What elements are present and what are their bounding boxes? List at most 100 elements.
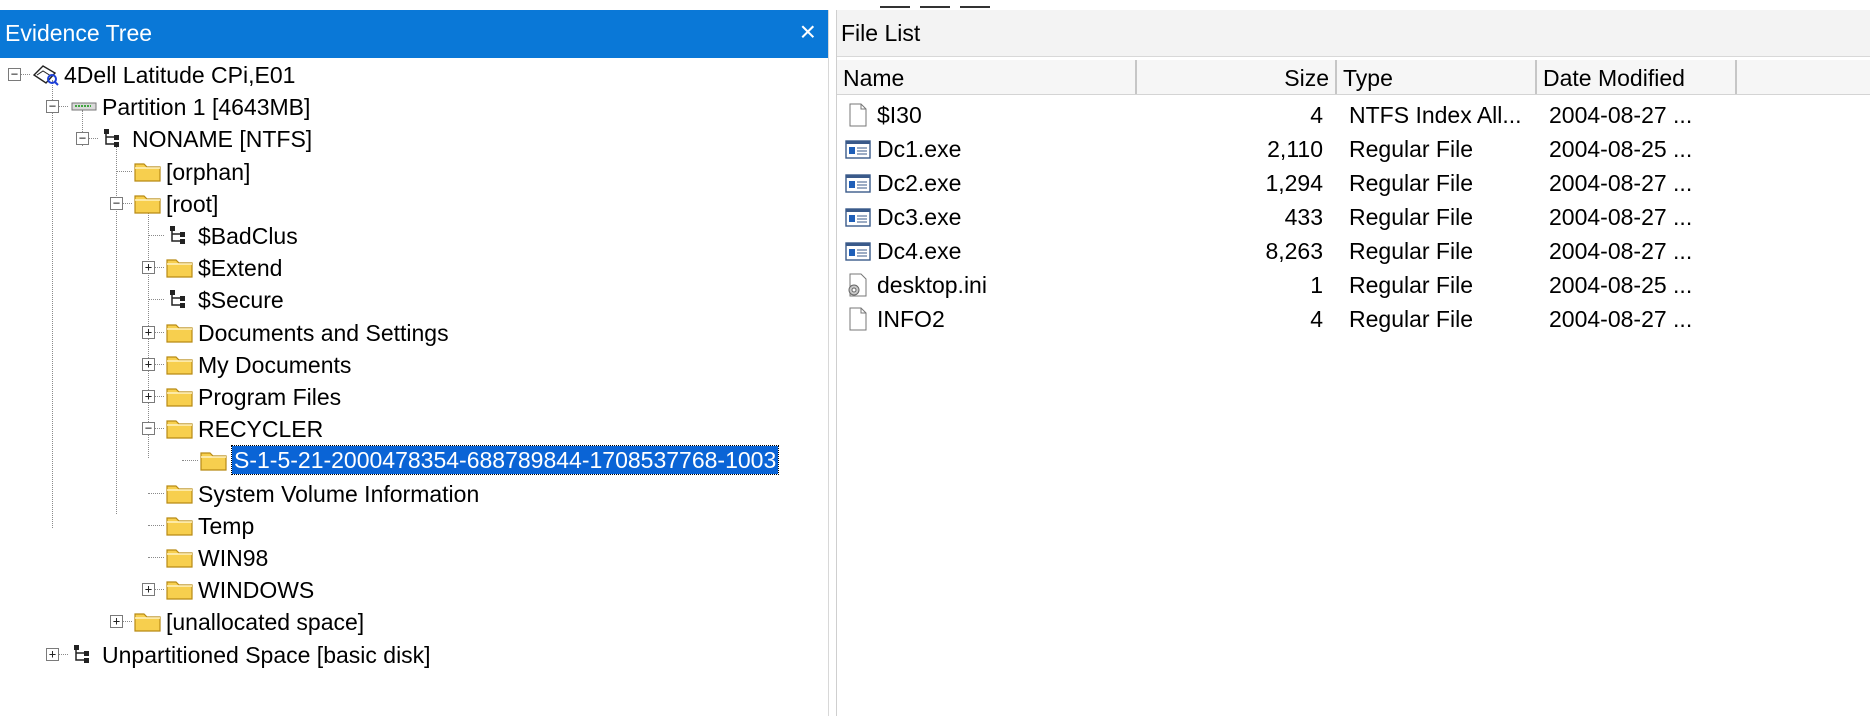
folder-icon	[134, 609, 162, 633]
file-name: INFO2	[877, 306, 945, 332]
column-header-type[interactable]: Type	[1337, 60, 1537, 94]
collapse-icon[interactable]: −	[76, 132, 89, 146]
file-row[interactable]: desktop.ini 1 Regular File 2004-08-25 ...	[837, 268, 1870, 302]
expand-icon[interactable]: +	[110, 615, 123, 629]
folder-icon	[134, 159, 162, 183]
file-date-modified: 2004-08-27 ...	[1549, 306, 1693, 332]
file-row[interactable]: INFO2 4 Regular File 2004-08-27 ...	[837, 302, 1870, 336]
column-header-size[interactable]: Size	[1137, 60, 1337, 94]
tree-node-sysvol[interactable]: System Volume Information	[0, 479, 828, 509]
file-size: 1	[1310, 272, 1323, 298]
tree-node-label: $Extend	[198, 255, 283, 282]
expand-icon[interactable]: +	[142, 390, 155, 403]
tree-node-my-documents[interactable]: + My Documents	[0, 350, 828, 380]
blank-file-icon	[845, 102, 871, 128]
tree-node-badclus[interactable]: $BadClus	[0, 221, 828, 251]
collapse-icon[interactable]: −	[8, 68, 21, 81]
tree-node-label: [orphan]	[166, 158, 251, 185]
file-size: 4	[1310, 102, 1323, 128]
file-date-modified: 2004-08-27 ...	[1549, 102, 1693, 128]
tree-node-unallocated[interactable]: + [unallocated space]	[0, 607, 828, 637]
tree-node-label: $Secure	[198, 287, 284, 314]
executable-icon	[845, 170, 871, 196]
file-date-modified: 2004-08-25 ...	[1549, 136, 1693, 162]
column-header-date-modified[interactable]: Date Modified	[1537, 60, 1737, 94]
tree-node-docs-settings[interactable]: + Documents and Settings	[0, 318, 828, 348]
settings-file-icon	[845, 272, 871, 298]
folder-icon	[166, 384, 194, 408]
folder-icon	[200, 448, 228, 472]
partition-icon	[70, 94, 98, 118]
tree-node-secure[interactable]: $Secure	[0, 285, 828, 315]
tree-node-temp[interactable]: Temp	[0, 511, 828, 541]
expand-icon[interactable]: +	[142, 357, 155, 371]
tree-connector	[148, 524, 164, 526]
file-row[interactable]: Dc2.exe 1,294 Regular File 2004-08-27 ...	[837, 166, 1870, 200]
tree-node-evidence[interactable]: − 4Dell Latitude CPi,E01	[0, 60, 828, 90]
panel-title: Evidence Tree	[5, 20, 153, 46]
tree-connector	[148, 492, 164, 494]
tree-node-label: RECYCLER	[198, 416, 324, 443]
toolbar-button-3[interactable]	[960, 0, 990, 8]
file-row[interactable]: Dc3.exe 433 Regular File 2004-08-27 ...	[837, 200, 1870, 234]
tree-node-label: [root]	[166, 190, 219, 217]
file-type: Regular File	[1349, 170, 1473, 196]
file-size: 2,110	[1267, 136, 1323, 162]
file-row[interactable]: Dc4.exe 8,263 Regular File 2004-08-27 ...	[837, 234, 1870, 268]
folder-icon	[166, 513, 194, 537]
file-date-modified: 2004-08-27 ...	[1549, 238, 1693, 264]
tree-node-label: System Volume Information	[198, 480, 480, 507]
tree-node-windows[interactable]: + WINDOWS	[0, 575, 828, 605]
collapse-icon[interactable]: −	[142, 422, 155, 436]
file-size: 1,294	[1265, 170, 1323, 196]
file-date-modified: 2004-08-27 ...	[1549, 204, 1693, 230]
toolbar-button-1[interactable]	[880, 0, 910, 8]
expand-icon[interactable]: +	[142, 261, 155, 275]
file-name: Dc3.exe	[877, 204, 962, 230]
close-icon[interactable]: ×	[800, 16, 816, 48]
file-type: Regular File	[1349, 272, 1473, 298]
tree-connector	[148, 299, 164, 301]
collapse-icon[interactable]: −	[110, 196, 123, 210]
file-date-modified: 2004-08-27 ...	[1549, 170, 1693, 196]
tree-node-label: NONAME [NTFS]	[132, 126, 313, 153]
file-date-modified: 2004-08-25 ...	[1549, 272, 1693, 298]
column-header-name[interactable]: Name	[837, 60, 1137, 94]
file-row[interactable]: Dc1.exe 2,110 Regular File 2004-08-25 ...	[837, 132, 1870, 166]
tree-node-root[interactable]: − [root]	[0, 189, 828, 219]
evidence-tree-panel: Evidence Tree × −4Dell Latitude CPi,E01−…	[0, 10, 829, 716]
tree-node-orphan[interactable]: [orphan]	[0, 157, 828, 187]
expand-icon[interactable]: +	[46, 647, 59, 661]
tree-node-label: 4Dell Latitude CPi,E01	[64, 62, 296, 88]
toolbar-button-2[interactable]	[920, 0, 950, 8]
tree-connector	[116, 170, 132, 172]
tree-node-unpartitioned[interactable]: + Unpartitioned Space [basic disk]	[0, 640, 828, 670]
tree-node-label: WIN98	[198, 545, 269, 571]
tree-node-label: My Documents	[198, 351, 352, 378]
file-type: NTFS Index All...	[1349, 102, 1522, 128]
tree-node-program-files[interactable]: + Program Files	[0, 382, 828, 412]
tree-connector	[148, 557, 164, 558]
tree-node-partition1[interactable]: − Partition 1 [4643MB]	[0, 92, 828, 122]
tree-node-sid-folder[interactable]: S-1-5-21-2000478354-688789844-1708537768…	[0, 445, 828, 476]
tree-node-recycler[interactable]: − RECYCLER	[0, 414, 828, 444]
folder-icon	[166, 320, 194, 344]
tree-node-win98[interactable]: WIN98	[0, 543, 828, 573]
file-size: 4	[1310, 306, 1323, 332]
folder-icon	[166, 577, 194, 601]
tree-node-extend[interactable]: + $Extend	[0, 253, 828, 283]
file-type: Regular File	[1349, 204, 1473, 230]
collapse-icon[interactable]: −	[46, 100, 59, 114]
file-type: Regular File	[1349, 238, 1473, 264]
evidence-tree-header: Evidence Tree ×	[0, 10, 828, 58]
file-type: Regular File	[1349, 306, 1473, 332]
filesystem-icon	[166, 287, 194, 311]
file-row[interactable]: $I30 4 NTFS Index All... 2004-08-27 ...	[837, 98, 1870, 132]
file-name: $I30	[877, 102, 922, 128]
expand-icon[interactable]: +	[142, 583, 155, 597]
expand-icon[interactable]: +	[142, 325, 155, 339]
tree-node-label: Temp	[198, 512, 255, 539]
tree-node-noname[interactable]: − NONAME [NTFS]	[0, 124, 828, 154]
panel-title: File List	[841, 20, 921, 46]
evidence-tree: −4Dell Latitude CPi,E01− Partition 1 [464…	[0, 58, 828, 716]
